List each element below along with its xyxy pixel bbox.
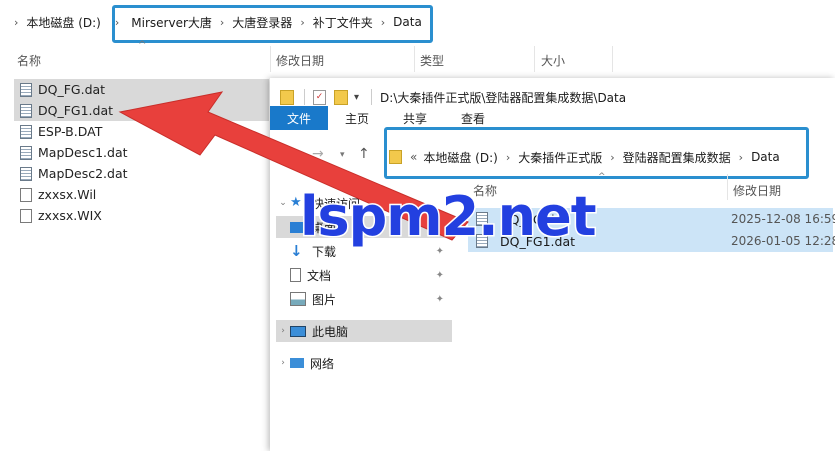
watermark-text: lspm2.net xyxy=(299,184,599,250)
